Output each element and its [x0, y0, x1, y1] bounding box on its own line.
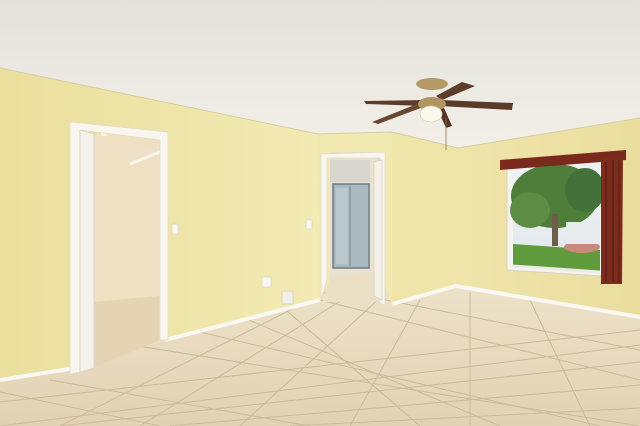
window — [506, 155, 605, 277]
room-scene — [0, 0, 640, 426]
house-wall — [566, 222, 598, 244]
closet-door[interactable] — [79, 129, 95, 373]
tree-trunk — [552, 214, 558, 246]
hallway-doorway[interactable] — [320, 151, 386, 305]
right-angled-wall — [392, 132, 458, 304]
floor-vent — [281, 290, 294, 305]
hallway-side-wall — [330, 160, 370, 182]
closet-interior — [92, 134, 160, 302]
hallway-door[interactable] — [373, 159, 383, 301]
fan-light-icon — [419, 105, 443, 123]
curtain-panel — [601, 156, 623, 284]
fan-canopy — [416, 78, 448, 90]
wall-outlet — [261, 276, 272, 288]
light-switch-2[interactable] — [305, 219, 313, 230]
shower-reflection — [336, 188, 348, 264]
light-switch[interactable] — [171, 223, 179, 235]
closet-doorway[interactable] — [69, 121, 169, 375]
